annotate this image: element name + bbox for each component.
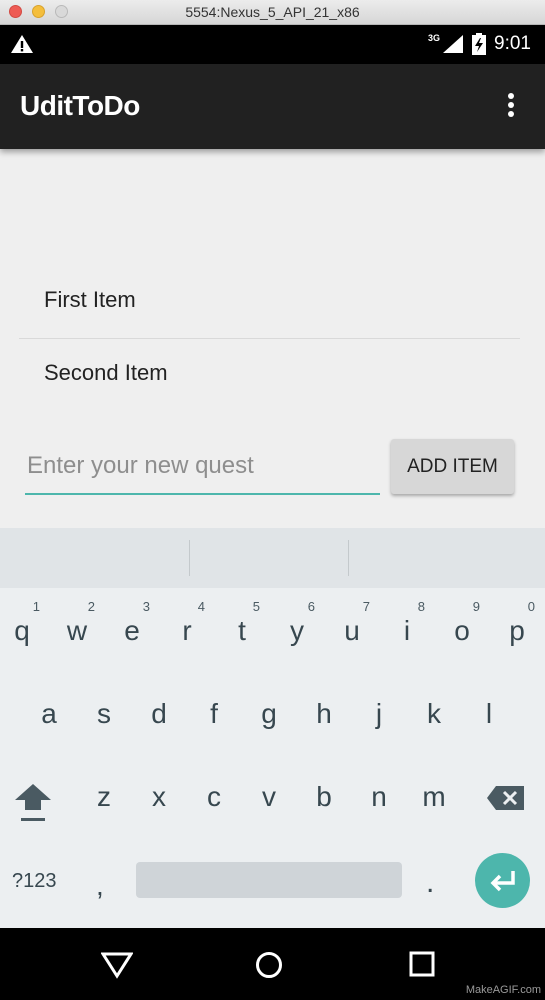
comma-key[interactable]: , bbox=[96, 870, 104, 902]
key-label: r bbox=[182, 615, 192, 646]
key-label: z bbox=[97, 781, 111, 812]
signal-icon bbox=[443, 35, 464, 53]
list-item[interactable]: First Item bbox=[19, 266, 520, 339]
key-j[interactable]: j bbox=[359, 698, 399, 730]
soft-keyboard: q1w2e3r4t5y6u7i8o9p0 asdfghjkl zxcvbnm ?… bbox=[0, 588, 545, 928]
more-vert-icon[interactable] bbox=[507, 93, 515, 119]
navigation-bar: MakeAGIF.com bbox=[0, 928, 545, 1000]
key-b[interactable]: b bbox=[304, 781, 344, 813]
key-hint: 0 bbox=[527, 599, 535, 614]
key-s[interactable]: s bbox=[84, 698, 124, 730]
app-title: UditToDo bbox=[20, 90, 140, 121]
network-type: 3G bbox=[428, 33, 441, 43]
add-item-button[interactable]: ADD ITEM bbox=[391, 439, 514, 494]
key-label: a bbox=[41, 698, 57, 729]
status-clock: 9:01 bbox=[494, 33, 531, 54]
key-hint: 2 bbox=[87, 599, 95, 614]
key-x[interactable]: x bbox=[139, 781, 179, 813]
key-c[interactable]: c bbox=[194, 781, 234, 813]
enter-key[interactable] bbox=[475, 853, 530, 908]
key-label: e bbox=[124, 615, 140, 646]
window-titlebar: 5554:Nexus_5_API_21_x86 bbox=[0, 0, 545, 25]
key-label: v bbox=[262, 781, 276, 812]
key-label: m bbox=[422, 781, 446, 812]
key-hint: 1 bbox=[32, 599, 40, 614]
key-hint: 7 bbox=[362, 599, 370, 614]
status-bar: 3G 9:01 bbox=[0, 25, 545, 64]
key-label: l bbox=[485, 698, 493, 729]
key-w[interactable]: w2 bbox=[57, 599, 97, 647]
key-label: i bbox=[403, 615, 411, 646]
key-hint: 6 bbox=[307, 599, 315, 614]
key-p[interactable]: p0 bbox=[497, 599, 537, 647]
back-icon[interactable] bbox=[101, 951, 133, 979]
key-label: t bbox=[238, 615, 246, 646]
key-h[interactable]: h bbox=[304, 698, 344, 730]
key-label: x bbox=[152, 781, 166, 812]
todo-list: First Item Second Item bbox=[19, 285, 520, 431]
key-label: q bbox=[14, 615, 30, 646]
key-hint: 3 bbox=[142, 599, 150, 614]
key-label: g bbox=[261, 698, 277, 729]
key-e[interactable]: e3 bbox=[112, 599, 152, 647]
key-label: y bbox=[290, 615, 304, 646]
key-a[interactable]: a bbox=[29, 698, 69, 730]
key-label: j bbox=[375, 698, 383, 729]
key-y[interactable]: y6 bbox=[277, 599, 317, 647]
key-label: d bbox=[151, 698, 167, 729]
key-hint: 4 bbox=[197, 599, 205, 614]
key-i[interactable]: i8 bbox=[387, 599, 427, 647]
key-label: o bbox=[454, 615, 470, 646]
key-d[interactable]: d bbox=[139, 698, 179, 730]
key-label: h bbox=[316, 698, 332, 729]
key-r[interactable]: r4 bbox=[167, 599, 207, 647]
key-o[interactable]: o9 bbox=[442, 599, 482, 647]
watermark: MakeAGIF.com bbox=[465, 984, 541, 996]
home-icon[interactable] bbox=[255, 951, 283, 979]
main-content: First Item Second Item ADD ITEM bbox=[0, 149, 545, 528]
shift-icon[interactable] bbox=[13, 780, 53, 826]
key-u[interactable]: u7 bbox=[332, 599, 372, 647]
key-label: c bbox=[207, 781, 221, 812]
period-key[interactable]: . bbox=[426, 866, 434, 900]
key-hint: 9 bbox=[472, 599, 480, 614]
enter-icon bbox=[490, 871, 515, 892]
suggestion-divider bbox=[189, 540, 190, 576]
backspace-icon[interactable] bbox=[486, 784, 526, 812]
new-item-row: ADD ITEM bbox=[25, 439, 515, 499]
key-k[interactable]: k bbox=[414, 698, 454, 730]
key-label: f bbox=[210, 698, 218, 729]
suggestion-strip[interactable] bbox=[0, 528, 545, 588]
key-f[interactable]: f bbox=[194, 698, 234, 730]
recents-icon[interactable] bbox=[409, 951, 435, 977]
key-label: p bbox=[509, 615, 525, 646]
list-item[interactable]: Second Item bbox=[19, 339, 520, 412]
key-label: b bbox=[316, 781, 332, 812]
new-quest-input[interactable] bbox=[25, 439, 380, 495]
key-hint: 5 bbox=[252, 599, 260, 614]
key-g[interactable]: g bbox=[249, 698, 289, 730]
key-label: u bbox=[344, 615, 360, 646]
window-title: 5554:Nexus_5_API_21_x86 bbox=[185, 4, 360, 20]
key-label: w bbox=[66, 615, 88, 646]
key-m[interactable]: m bbox=[414, 781, 454, 813]
symbols-key[interactable]: ?123 bbox=[12, 870, 57, 893]
key-label: n bbox=[371, 781, 387, 812]
suggestion-divider bbox=[348, 540, 349, 576]
key-l[interactable]: l bbox=[469, 698, 509, 730]
warning-icon bbox=[11, 35, 33, 53]
key-q[interactable]: q1 bbox=[2, 599, 42, 647]
key-t[interactable]: t5 bbox=[222, 599, 262, 647]
key-hint: 8 bbox=[417, 599, 425, 614]
battery-icon bbox=[472, 33, 487, 55]
space-bar[interactable] bbox=[136, 862, 402, 898]
key-z[interactable]: z bbox=[84, 781, 124, 813]
app-bar: UditToDo bbox=[0, 64, 545, 149]
key-n[interactable]: n bbox=[359, 781, 399, 813]
key-v[interactable]: v bbox=[249, 781, 289, 813]
key-label: k bbox=[427, 698, 441, 729]
key-label: s bbox=[97, 698, 111, 729]
